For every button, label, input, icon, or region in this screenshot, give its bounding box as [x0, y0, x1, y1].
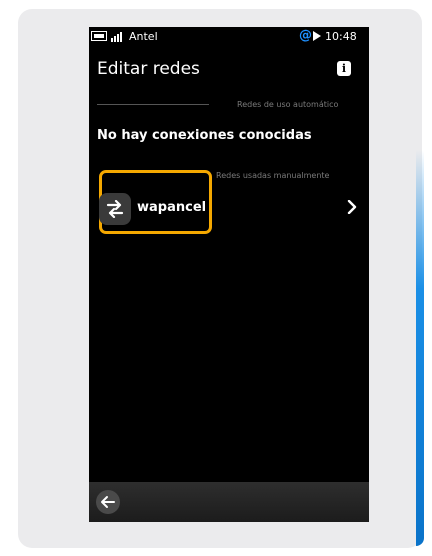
section-header-automatic: Redes de uso automático [237, 100, 339, 109]
at-icon: @ [299, 28, 312, 43]
network-item-wapancel[interactable]: wapancel [95, 193, 363, 233]
back-arrow-icon [101, 496, 115, 508]
back-button[interactable] [96, 490, 120, 514]
clock: 10:48 [325, 30, 357, 43]
battery-icon [91, 31, 107, 41]
network-name: wapancel [137, 200, 207, 215]
phone-screen: Antel @ 10:48 Editar redes i Redes de us… [89, 27, 369, 522]
section-header-manual: Redes usadas manualmente [216, 171, 330, 180]
no-known-connections-text: No hay conexiones conocidas [97, 128, 312, 143]
chevron-right-icon [347, 200, 357, 214]
page-title: Editar redes [97, 59, 200, 79]
swap-arrows-icon [99, 193, 131, 225]
section-divider [97, 104, 209, 105]
bottom-toolbar [89, 482, 369, 522]
card-accent-edge [416, 150, 424, 546]
speaker-icon [313, 31, 321, 41]
signal-icon [111, 30, 125, 42]
info-button[interactable]: i [337, 61, 351, 76]
status-bar: Antel @ 10:48 [89, 27, 369, 47]
carrier-name: Antel [129, 30, 158, 43]
